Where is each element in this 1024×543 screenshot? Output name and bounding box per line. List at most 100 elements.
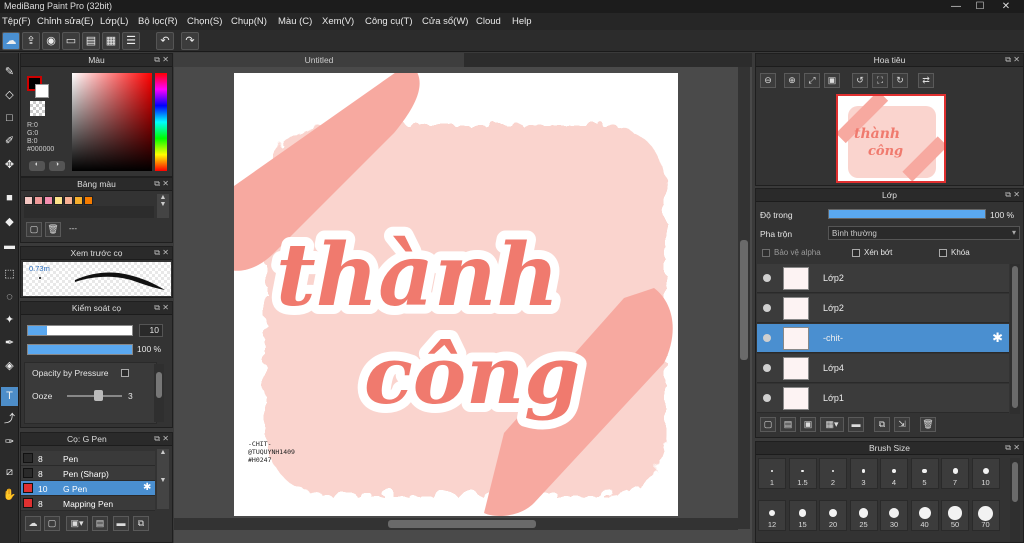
brush-opacity-slider[interactable] xyxy=(27,344,133,355)
operation-tool-icon[interactable]: ⤴ xyxy=(1,410,18,429)
close-icon[interactable]: ✕ xyxy=(1013,54,1020,66)
maximize-button[interactable]: ☐ xyxy=(968,0,992,13)
folder-icon[interactable]: ▬ xyxy=(848,417,864,432)
new-layer-icon[interactable]: ▢ xyxy=(760,417,776,432)
visibility-icon[interactable] xyxy=(763,334,771,342)
brush-list-item[interactable]: 8 Mapping Pen xyxy=(21,496,155,511)
actual-size-icon[interactable]: ▣ xyxy=(824,73,840,88)
gradient-tool-icon[interactable]: ▬ xyxy=(1,237,18,256)
pen-tool-icon[interactable]: ✐ xyxy=(1,132,18,151)
select-pen-icon[interactable]: ✒ xyxy=(1,334,18,353)
layer-row[interactable]: -chit- ✱ xyxy=(757,324,1009,353)
float-icon[interactable]: ⧉ xyxy=(154,433,160,445)
layer-row[interactable]: Lớp2 xyxy=(757,294,1009,323)
palette-swatch[interactable] xyxy=(54,196,63,205)
brush-size-cell[interactable]: 25 xyxy=(849,500,878,531)
new-palette-icon[interactable]: ▢ xyxy=(26,222,42,237)
canvas-area[interactable]: Untitled thành thành công công -CHIT- @T… xyxy=(174,53,752,543)
close-icon[interactable]: ✕ xyxy=(1013,189,1020,201)
grid-icon[interactable]: ▦ xyxy=(102,32,120,50)
page-icon[interactable]: ▤ xyxy=(82,32,100,50)
menu-cloud[interactable]: Cloud xyxy=(476,16,501,27)
brush-size-cell[interactable]: 7 xyxy=(941,458,969,489)
palette-swatch[interactable] xyxy=(84,196,93,205)
brush-folder-icon[interactable]: ▬ xyxy=(113,516,129,531)
select-tool-icon[interactable]: ⬚ xyxy=(1,265,18,284)
brush-list-item[interactable]: 8 Pen (Sharp) xyxy=(21,466,155,481)
menu-capture[interactable]: Chụp(N) xyxy=(231,16,267,27)
visibility-icon[interactable] xyxy=(763,304,771,312)
palette-swatch[interactable] xyxy=(44,196,53,205)
navigator-thumbnail[interactable]: thành công xyxy=(836,94,946,183)
brush-size-cell[interactable]: 10 xyxy=(971,458,1000,489)
divide-tool-icon[interactable]: ⧄ xyxy=(1,463,18,482)
float-icon[interactable]: ⧉ xyxy=(154,178,160,190)
color-mode-button[interactable]: ◐ xyxy=(29,161,45,171)
duplicate-layer-icon[interactable]: ⧉ xyxy=(874,417,890,432)
palette-swatch[interactable] xyxy=(74,196,83,205)
brush-size-cell[interactable]: 30 xyxy=(880,500,908,531)
clipping-checkbox[interactable] xyxy=(852,249,860,257)
layer-row[interactable]: Lớp2 xyxy=(757,264,1009,293)
background-color-swatch[interactable] xyxy=(35,84,49,98)
canvas-paper[interactable]: thành thành công công -CHIT- @TUQUYNH140… xyxy=(234,73,678,516)
flip-icon[interactable]: ⇄ xyxy=(918,73,934,88)
cloud-icon[interactable]: ☁ xyxy=(2,32,20,50)
brush-size-cell[interactable]: 3 xyxy=(849,458,878,489)
close-icon[interactable]: ✕ xyxy=(162,178,169,190)
new-8bit-layer-icon[interactable]: ▣ xyxy=(800,417,816,432)
lasso-tool-icon[interactable]: ◌ xyxy=(1,288,18,307)
palette-dropdown[interactable]: --- xyxy=(69,224,77,233)
rotate-left-icon[interactable]: ↺ xyxy=(852,73,868,88)
palette-swatch[interactable] xyxy=(34,196,43,205)
float-icon[interactable]: ⧉ xyxy=(1005,189,1011,201)
brush-control-scrollbar[interactable] xyxy=(154,364,164,422)
brush-size-scrollbar[interactable] xyxy=(1010,458,1020,542)
delete-palette-icon[interactable]: 🗑 xyxy=(45,222,61,237)
brush-size-cell[interactable]: 1 xyxy=(758,458,786,489)
rotate-right-icon[interactable]: ↻ xyxy=(892,73,908,88)
gear-icon[interactable]: ✱ xyxy=(992,330,1003,346)
close-button[interactable]: ✕ xyxy=(994,0,1018,13)
brush-size-cell[interactable]: 4 xyxy=(880,458,908,489)
move-tool-icon[interactable]: ✥ xyxy=(1,156,18,175)
panel-icon[interactable]: ▭ xyxy=(62,32,80,50)
fit-icon[interactable]: ⤢ xyxy=(804,73,820,88)
reset-view-icon[interactable]: ⛶ xyxy=(872,73,888,88)
layer-opacity-slider[interactable] xyxy=(828,209,986,219)
float-icon[interactable]: ⧉ xyxy=(154,54,160,66)
blend-mode-select[interactable]: Bình thường ▾ xyxy=(828,226,1020,240)
menu-view[interactable]: Xem(V) xyxy=(322,16,354,27)
float-icon[interactable]: ⧉ xyxy=(1005,442,1011,454)
magic-wand-icon[interactable]: ✦ xyxy=(1,311,18,330)
fill-rect-tool-icon[interactable]: ■ xyxy=(1,189,18,208)
layer-list-scrollbar[interactable] xyxy=(1010,264,1020,414)
brush-size-cell[interactable]: 5 xyxy=(910,458,939,489)
float-icon[interactable]: ⧉ xyxy=(154,302,160,314)
visibility-icon[interactable] xyxy=(763,364,771,372)
brush-list-scrollbar[interactable]: ▲ ▼ xyxy=(157,449,169,509)
palette-swatch[interactable] xyxy=(64,196,73,205)
delete-layer-icon[interactable]: 🗑 xyxy=(920,417,936,432)
zoom-out-icon[interactable]: ⊖ xyxy=(760,73,776,88)
brush-size-cell[interactable]: 70 xyxy=(971,500,1000,531)
transparent-swatch[interactable] xyxy=(30,101,45,116)
brush-size-slider[interactable] xyxy=(27,325,133,336)
document-tab[interactable]: Untitled xyxy=(174,53,464,67)
add-layer-dropdown-icon[interactable]: ▦▾ xyxy=(820,417,844,432)
canvas-vscroll-thumb[interactable] xyxy=(740,240,748,360)
brush-list-item[interactable]: 10 G Pen ✱ xyxy=(21,481,155,496)
eraser-tool-icon[interactable]: ◇ xyxy=(1,86,18,105)
close-icon[interactable]: ✕ xyxy=(162,247,169,259)
bucket-tool-icon[interactable]: ◆ xyxy=(1,213,18,232)
brush-size-cell[interactable]: 40 xyxy=(910,500,939,531)
brush-size-cell[interactable]: 15 xyxy=(788,500,817,531)
brush-size-cell[interactable]: 12 xyxy=(758,500,786,531)
eyedropper-tool-icon[interactable]: ✑ xyxy=(1,433,18,452)
brush-cloud-icon[interactable]: ☁ xyxy=(25,516,41,531)
palette-swatch[interactable] xyxy=(24,196,33,205)
layer-row[interactable]: Lớp4 xyxy=(757,354,1009,383)
minimize-button[interactable]: — xyxy=(944,0,968,13)
menu-window[interactable]: Cửa sổ(W) xyxy=(422,16,468,27)
canvas-hscrollbar[interactable] xyxy=(174,518,738,530)
